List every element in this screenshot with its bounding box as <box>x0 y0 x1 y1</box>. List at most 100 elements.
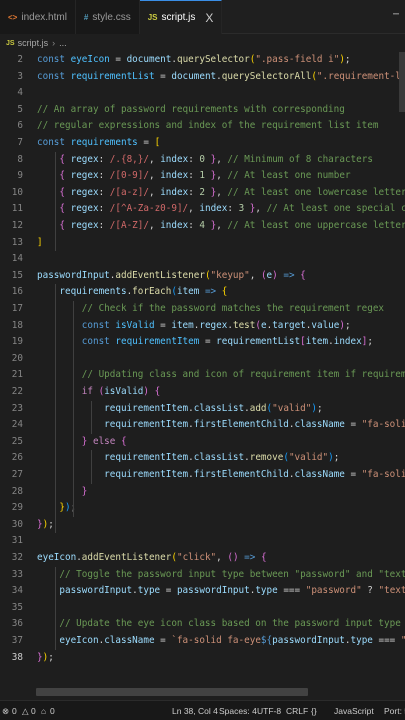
code-line[interactable]: 37 eyeIcon.className = `fa-solid fa-eye$… <box>0 633 405 650</box>
remote-icon[interactable]: ⊗ <box>2 706 9 717</box>
line-number: 34 <box>11 585 23 597</box>
code-text: const requirementList = document.querySe… <box>37 70 405 82</box>
warning-icon: △ <box>22 706 29 716</box>
code-line[interactable]: 2 const eyeIcon = document.querySelector(… <box>0 52 405 69</box>
indent-guide <box>73 301 74 517</box>
code-line[interactable]: 4 <box>0 85 405 102</box>
code-line[interactable]: 21 // Updating class and icon of require… <box>0 367 405 384</box>
code-line[interactable]: 22 if (isValid) { <box>0 384 405 401</box>
encoding[interactable]: UTF-8 <box>257 706 281 716</box>
chevron-right-icon: › <box>52 38 56 48</box>
line-number: 21 <box>11 369 23 381</box>
line-number: 18 <box>11 319 23 331</box>
code-text: // Update the eye icon class based on th… <box>59 618 401 630</box>
code-line[interactable]: 17 // Check if the password matches the … <box>0 301 405 318</box>
warning-count[interactable]: 0 <box>31 706 36 716</box>
code-line[interactable]: 29 }); <box>0 500 405 517</box>
indentation[interactable]: Spaces: 4 <box>219 706 257 716</box>
line-number: 15 <box>11 269 23 281</box>
cursor-position[interactable]: Ln 38, Col 4 <box>172 706 218 716</box>
code-text: { regex: /.{8,}/, index: 0 }, // Minimum… <box>59 153 373 165</box>
code-text: // regular expressions and index of the … <box>37 120 379 132</box>
code-line[interactable]: 33 // Toggle the password input type bet… <box>0 567 405 584</box>
code-line[interactable]: 31 <box>0 533 405 550</box>
code-line[interactable]: 12 { regex: /[A-Z]/, index: 4 }, // At l… <box>0 218 405 235</box>
code-line[interactable]: 5 // An array of password requirements wi… <box>0 102 405 119</box>
code-line[interactable]: 16 requirements.forEach(item => { <box>0 284 405 301</box>
line-number: 38 <box>11 651 23 663</box>
error-count[interactable]: 0 <box>12 706 17 716</box>
tab-style-css[interactable]: # style.css <box>75 0 140 34</box>
line-number: 30 <box>11 518 23 530</box>
editor-tab-bar: <> index.html # style.css JS script.js X… <box>0 0 405 34</box>
code-line[interactable]: 13] <box>0 235 405 252</box>
html-file-icon: <> <box>8 12 18 22</box>
indent-guide <box>91 400 92 434</box>
code-line[interactable]: 30}); <box>0 517 405 534</box>
tab-script-js[interactable]: JS script.js X <box>139 0 223 34</box>
code-line[interactable]: 34 passwordInput.type = passwordInput.ty… <box>0 583 405 600</box>
code-line[interactable]: 20 <box>0 351 405 368</box>
line-number: 22 <box>11 386 23 397</box>
horizontal-scrollbar[interactable] <box>36 688 308 696</box>
code-line[interactable]: 9 { regex: /[0-9]/, index: 1 }, // At le… <box>0 168 405 185</box>
code-line[interactable]: 23 requirementItem.classList.add("valid"… <box>0 401 405 418</box>
code-line[interactable]: 25 } else { <box>0 434 405 451</box>
line-number: 36 <box>11 618 23 630</box>
line-number: 4 <box>17 87 23 99</box>
code-text: ] <box>37 236 43 248</box>
braces-icon[interactable]: {} <box>311 706 317 716</box>
line-number: 6 <box>17 120 23 132</box>
end-of-line[interactable]: CRLF <box>286 706 308 716</box>
close-tab-icon[interactable]: X <box>205 11 213 25</box>
code-line[interactable]: 8 { regex: /.{8,}/, index: 0 }, // Minim… <box>0 152 405 169</box>
code-line[interactable]: 3 const requirementList = document.queryS… <box>0 69 405 86</box>
code-text: passwordInput.type = passwordInput.type … <box>59 585 405 597</box>
line-number: 14 <box>11 253 23 265</box>
code-editor[interactable]: 2 const eyeIcon = document.querySelector(… <box>0 52 405 688</box>
code-line[interactable]: 28 } <box>0 484 405 501</box>
code-line[interactable]: 14 <box>0 251 405 268</box>
code-line[interactable]: 18 const isValid = item.regex.test(e.tar… <box>0 318 405 335</box>
code-text: // Updating class and icon of requiremen… <box>81 369 405 381</box>
js-file-icon: JS <box>147 13 158 22</box>
ports-count[interactable]: 0 <box>50 706 55 716</box>
line-number: 31 <box>11 535 23 547</box>
code-line[interactable]: 36 // Update the eye icon class based on… <box>0 616 405 633</box>
code-line[interactable]: 38}); <box>0 650 405 667</box>
vertical-scrollbar[interactable] <box>399 52 405 112</box>
code-line[interactable]: 7 const requirements = [ <box>0 135 405 152</box>
code-text: } else { <box>81 435 127 447</box>
code-line[interactable]: 11 { regex: /[^A-Za-z0-9]/, index: 3 }, … <box>0 201 405 218</box>
code-line[interactable]: 24 requirementItem.firstElementChild.cla… <box>0 417 405 434</box>
code-line[interactable]: 10 { regex: /[a-z]/, index: 2 }, // At l… <box>0 185 405 202</box>
code-text: requirementItem.firstElementChild.classN… <box>104 419 405 431</box>
tab-label: script.js <box>161 12 196 23</box>
code-line[interactable]: 32 eyeIcon.addEventListener("click", () =… <box>0 550 405 567</box>
code-text: const requirementItem = requirementList[… <box>81 336 373 348</box>
line-number: 23 <box>11 402 23 414</box>
tab-index-html[interactable]: <> index.html <box>0 0 76 34</box>
port-status[interactable]: Port: 5 <box>384 706 405 716</box>
code-line[interactable]: 26 requirementItem.classList.remove("val… <box>0 450 405 467</box>
code-line[interactable]: 19 const requirementItem = requirementLi… <box>0 334 405 351</box>
code-line[interactable]: 27 requirementItem.firstElementChild.cla… <box>0 467 405 484</box>
indent-guide <box>55 151 56 252</box>
code-line[interactable]: 35 <box>0 600 405 617</box>
code-text: { regex: /[^A-Za-z0-9]/, index: 3 }, // … <box>59 203 405 215</box>
line-number: 37 <box>11 635 23 646</box>
code-line[interactable]: 15 passwordInput.addEventListener("keyup"… <box>0 268 405 285</box>
language-mode[interactable]: JavaScript <box>334 706 374 716</box>
line-number: 11 <box>11 203 23 215</box>
line-number: 33 <box>11 568 23 580</box>
code-text: // Toggle the password input type betwee… <box>59 568 405 580</box>
breadcrumb-symbol[interactable]: ... <box>59 38 67 48</box>
more-actions-icon[interactable]: ⋯ <box>393 9 399 20</box>
breadcrumb-file[interactable]: script.js <box>18 38 49 48</box>
ports-icon: ⌂ <box>41 706 47 716</box>
code-text: requirementItem.classList.add("valid"); <box>104 402 323 414</box>
code-line[interactable]: 6 // regular expressions and index of the… <box>0 118 405 135</box>
line-number: 35 <box>11 601 23 613</box>
code-text: passwordInput.addEventListener("keyup", … <box>37 269 306 281</box>
indent-guide <box>55 284 56 534</box>
